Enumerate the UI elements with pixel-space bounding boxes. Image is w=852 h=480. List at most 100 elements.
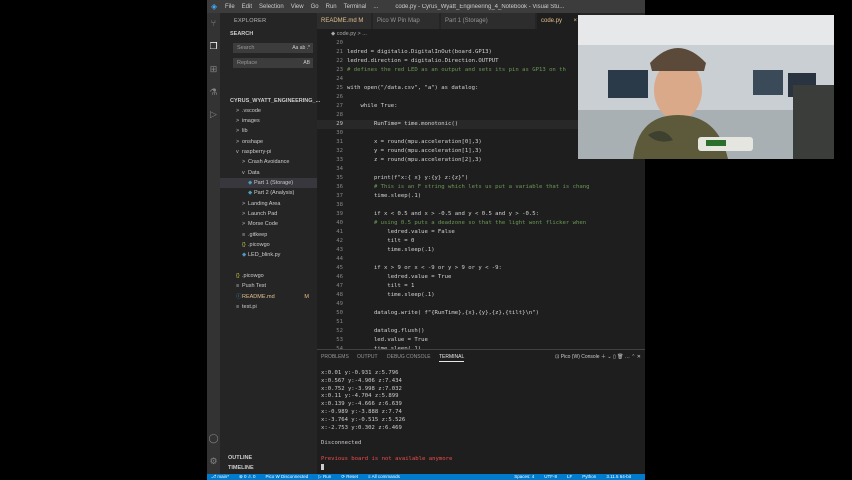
tree-item[interactable]: v raspberry-pi [220, 147, 317, 157]
tree-item[interactable]: v Data [220, 168, 317, 178]
status-item[interactable]: 3.11.5 64-bit [606, 474, 631, 479]
code-line[interactable]: 37 time.sleep(.1) [317, 192, 645, 201]
line-number: 28 [336, 112, 343, 118]
code-line[interactable]: 46 ledred.value = True [317, 273, 645, 282]
menu-edit[interactable]: Edit [242, 4, 252, 10]
code-line[interactable]: 34 [317, 165, 645, 174]
extensions-icon[interactable]: ⊞ [208, 64, 219, 75]
line-number: 52 [336, 328, 343, 334]
tree-item[interactable]: > lib [220, 126, 317, 136]
line-text: while True: [347, 103, 398, 109]
code-line[interactable]: 35 print(f"x:{ x} y:{y} z:{z}") [317, 174, 645, 183]
account-icon[interactable]: ◯ [208, 433, 219, 444]
source-control-icon[interactable]: ⑂ [208, 18, 219, 29]
tree-item[interactable]: {} .picowgo [220, 240, 317, 250]
line-text: ledred.value = False [347, 229, 455, 235]
status-item[interactable]: Spaces: 4 [514, 474, 534, 479]
menu-terminal[interactable]: Terminal [344, 4, 367, 10]
status-item[interactable]: UTF-8 [544, 474, 557, 479]
tab-problems[interactable]: PROBLEMS [321, 354, 349, 360]
code-line[interactable]: 49 [317, 300, 645, 309]
line-text: ledred = digitalio.DigitalInOut(board.GP… [347, 49, 492, 55]
menu-more[interactable]: ... [373, 4, 378, 10]
status-item[interactable]: ⟳ Reset [341, 474, 358, 479]
code-line[interactable]: 47 tilt = 1 [317, 282, 645, 291]
tab-debug-console[interactable]: DEBUG CONSOLE [387, 354, 431, 360]
tree-item[interactable]: > Landing Area [220, 199, 317, 209]
menu-go[interactable]: Go [311, 4, 319, 10]
line-number: 20 [336, 40, 343, 46]
menu-file[interactable]: File [225, 4, 235, 10]
tree-item[interactable]: > images [220, 116, 317, 126]
tab-pin-map[interactable]: Pico W Pin Map [373, 13, 440, 29]
code-line[interactable]: 50 datalog.write( f"{RunTime},{x},{y},{z… [317, 309, 645, 318]
code-line[interactable]: 42 tilt = 0 [317, 237, 645, 246]
tree-item[interactable]: > .vscode [220, 106, 317, 116]
status-item[interactable]: LF [567, 474, 572, 479]
replace-input[interactable]: Replace AB [233, 58, 313, 68]
code-line[interactable]: 36 # This is an F string which lets us p… [317, 183, 645, 192]
line-number: 24 [336, 76, 343, 82]
menu-run[interactable]: Run [326, 4, 337, 10]
tree-item[interactable]: ≡ Push Test [220, 281, 317, 291]
tree-item[interactable]: {} .picowgo [220, 271, 317, 281]
line-text: z = round(mpu.acceleration[2],3) [347, 157, 482, 163]
tree-item[interactable]: ◆ Part 2 (Analysis) [220, 188, 317, 198]
tree-item[interactable]: ⓘREADME.md M [220, 292, 317, 302]
status-item[interactable]: ⎇ main* [211, 474, 229, 479]
line-text: x = round(mpu.acceleration[0],3) [347, 139, 482, 145]
run-debug-icon[interactable]: ▷ [208, 109, 219, 120]
status-item[interactable]: Pico W Disconnected [266, 474, 309, 479]
outline-section[interactable]: OUTLINE [228, 455, 252, 461]
gear-icon[interactable]: ⚙ [208, 456, 219, 467]
tab-code-py[interactable]: code.py × [537, 13, 581, 29]
line-number: 48 [336, 292, 343, 298]
code-line[interactable]: 40 # using 0.5 puts a deadzone so that t… [317, 219, 645, 228]
line-number: 51 [336, 319, 343, 325]
status-item[interactable]: Python [582, 474, 596, 479]
tab-output[interactable]: OUTPUT [357, 354, 378, 360]
code-line[interactable]: 38 [317, 201, 645, 210]
line-text: # This is an F string which lets us put … [347, 184, 590, 190]
testing-icon[interactable]: ⚗ [208, 87, 219, 98]
code-line[interactable]: 39 if x < 0.5 and x > -0.5 and y < 0.5 a… [317, 210, 645, 219]
explorer-icon[interactable]: ❐ [208, 41, 219, 52]
tree-item[interactable]: ≡ test.pi [220, 302, 317, 312]
code-line[interactable]: 48 time.sleep(.1) [317, 291, 645, 300]
code-line[interactable]: 44 [317, 255, 645, 264]
status-item[interactable]: ≡ All commands [368, 474, 400, 479]
tab-readme[interactable]: README.md M [317, 13, 372, 29]
code-line[interactable]: 45 if x > 9 or x < -9 or y > 9 or y < -9… [317, 264, 645, 273]
status-item[interactable]: ⊗ 0 ⚠ 0 [239, 474, 256, 479]
tree-item[interactable]: > Morse Code [220, 219, 317, 229]
tree-item[interactable]: > onshape [220, 137, 317, 147]
line-text: ledred.value = True [347, 274, 452, 280]
search-section-title[interactable]: SEARCH [230, 31, 253, 37]
close-icon[interactable]: × [573, 13, 577, 29]
terminal-selector[interactable]: ⊡ Pico (W) Console ＋ ⌄ ▯ 🗑 … ⌃ ✕ [555, 353, 641, 360]
search-input[interactable]: Search Aa ab .* [233, 43, 313, 53]
timeline-section[interactable]: TIMELINE [228, 465, 254, 471]
terminal-output[interactable]: x:0.01 y:-0.931 z:5.796 x:0.567 y:-4.906 … [321, 370, 641, 471]
status-item[interactable]: ▷ Run [318, 474, 331, 479]
menu-selection[interactable]: Selection [259, 4, 284, 10]
code-line[interactable]: 53 led.value = True [317, 336, 645, 345]
code-line[interactable]: 43 time.sleep(.1) [317, 246, 645, 255]
menu-view[interactable]: View [291, 4, 304, 10]
search-options[interactable]: Aa ab .* [292, 44, 310, 52]
code-line[interactable]: 51 [317, 318, 645, 327]
tree-item-selected[interactable]: ◆ Part 1 (Storage) [220, 178, 317, 188]
tree-item[interactable]: > Crash Avoidance [220, 157, 317, 167]
code-line[interactable]: 52 datalog.flush() [317, 327, 645, 336]
terminal-line: x:-3.764 y:-0.515 z:5.526 [321, 416, 406, 423]
tree-item[interactable]: ≡ .gitkeep [220, 230, 317, 240]
tree-item[interactable]: ◆ LED_blink.py [220, 250, 317, 260]
code-line[interactable]: 41 ledred.value = False [317, 228, 645, 237]
project-title[interactable]: CYRUS_WYATT_ENGINEERING_... [230, 98, 320, 104]
tab-terminal[interactable]: TERMINAL [439, 354, 465, 362]
tree-item[interactable]: > Launch Pad [220, 209, 317, 219]
status-left: ⎇ main* ⊗ 0 ⚠ 0 Pico W Disconnected ▷ Run ⟳ … [211, 474, 410, 480]
replace-all-button[interactable]: AB [303, 59, 310, 67]
tab-part1-storage[interactable]: Part 1 (Storage) [441, 13, 536, 29]
